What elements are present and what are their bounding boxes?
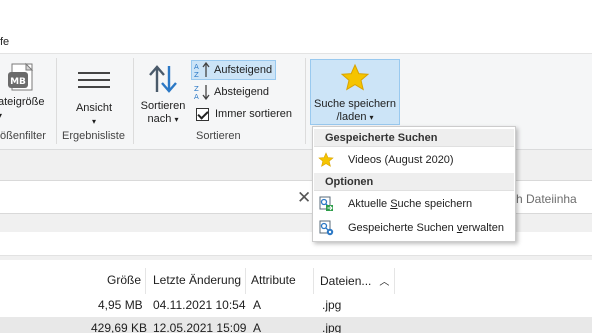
svg-text:Z: Z: [194, 71, 199, 78]
table-row[interactable]: 429,69 KB 12.05.2021 15:09 A .jpg: [0, 317, 592, 333]
menu-item-label: Gespeicherte Suchen verwalten: [348, 222, 504, 234]
section-options: Optionen: [314, 173, 514, 191]
sort-ascending-icon: A Z: [194, 62, 210, 78]
cell-filetype: .jpg: [322, 321, 342, 333]
save-search-dropdown: Gespeicherte Suchen Videos (August 2020)…: [312, 126, 516, 242]
list-view-icon: [78, 72, 110, 88]
group-label-sort: Sortieren: [196, 130, 241, 142]
sort-by-label-line1: Sortieren: [140, 100, 186, 112]
svg-text:Z: Z: [194, 85, 199, 93]
save-search-button[interactable]: Suche speichern /laden ▾: [310, 59, 400, 125]
menu-item-saved-search[interactable]: Videos (August 2020): [314, 149, 514, 171]
star-icon: [340, 63, 370, 91]
svg-text:A: A: [194, 63, 199, 71]
chevron-down-icon: ▾: [91, 117, 96, 126]
sort-by-button[interactable]: Sortieren nach ▾: [138, 58, 188, 125]
chevron-down-icon: ▾: [0, 111, 3, 120]
checkbox-checked-icon: [196, 107, 209, 121]
cell-filetype: .jpg: [322, 298, 342, 312]
sort-descending-button[interactable]: Z A Absteigend: [192, 82, 272, 102]
cell-size: 429,69 KB: [91, 321, 148, 333]
manage-searches-icon: [319, 220, 334, 236]
tab-help[interactable]: fe: [0, 36, 9, 48]
menu-item-label: Aktuelle Suche speichern: [348, 198, 473, 210]
size-icon-text: MB: [10, 77, 26, 87]
column-separator[interactable]: [145, 268, 146, 294]
search-placeholder: ch Dateiinha: [510, 192, 577, 206]
column-header-filetype[interactable]: Dateien... ︿: [320, 268, 389, 294]
column-header-size[interactable]: Größe: [107, 268, 141, 294]
view-label: Ansicht: [75, 102, 113, 114]
file-size-button[interactable]: MB ateigröße ▾: [0, 58, 50, 124]
sort-by-label-line2: nach ▾: [147, 113, 179, 125]
always-sort-checkbox[interactable]: Immer sortieren: [194, 104, 295, 124]
sort-ascending-button[interactable]: A Z Aufsteigend: [191, 60, 277, 80]
save-search-label-line2: /laden ▾: [336, 111, 374, 123]
group-label-result-list: Ergebnisliste: [62, 130, 125, 142]
group-label-size-filter: ößenfilter: [0, 130, 46, 142]
view-button[interactable]: Ansicht ▾: [66, 58, 122, 126]
file-size-label: ateigröße: [0, 96, 45, 108]
cell-modified: 12.05.2021 15:09: [153, 321, 247, 333]
group-separator: [305, 58, 306, 144]
menu-item-save-current-search[interactable]: Aktuelle Suche speichern: [314, 193, 514, 215]
svg-text:A: A: [194, 93, 199, 100]
group-separator: [133, 58, 134, 144]
column-separator[interactable]: [394, 268, 395, 294]
cell-size: 4,95 MB: [98, 298, 143, 312]
ribbon-tab-strip: fe: [0, 0, 592, 54]
menu-item-label: Videos (August 2020): [348, 154, 454, 166]
column-header-modified[interactable]: Letzte Änderung: [153, 268, 241, 294]
group-separator: [56, 58, 57, 144]
close-icon[interactable]: ✕: [297, 188, 311, 208]
cell-modified: 04.11.2021 10:54: [153, 298, 246, 312]
cell-attributes: A: [253, 321, 262, 333]
star-icon: [318, 152, 334, 167]
file-size-icon: MB: [8, 62, 34, 91]
sort-descending-label: Absteigend: [214, 86, 270, 98]
cell-attributes: A: [253, 298, 262, 312]
section-saved-searches: Gespeicherte Suchen: [314, 129, 514, 147]
table-row[interactable]: 4,95 MB 04.11.2021 10:54 A .jpg: [0, 294, 592, 316]
column-separator[interactable]: [245, 268, 246, 294]
menu-item-manage-saved-searches[interactable]: Gespeicherte Suchen verwalten: [314, 217, 514, 239]
sort-up-icon: ︿: [379, 277, 390, 288]
save-search-label-line1: Suche speichern: [314, 98, 396, 110]
sort-arrows-icon: [149, 65, 177, 93]
column-header-attributes[interactable]: Attribute: [251, 268, 296, 294]
file-list: Größe Letzte Änderung Attribute Dateien.…: [0, 262, 592, 333]
always-sort-label: Immer sortieren: [215, 108, 293, 120]
save-search-icon: [319, 196, 333, 211]
sort-descending-icon: Z A: [194, 85, 210, 100]
sort-ascending-label: Aufsteigend: [214, 64, 273, 76]
column-separator[interactable]: [313, 268, 314, 294]
